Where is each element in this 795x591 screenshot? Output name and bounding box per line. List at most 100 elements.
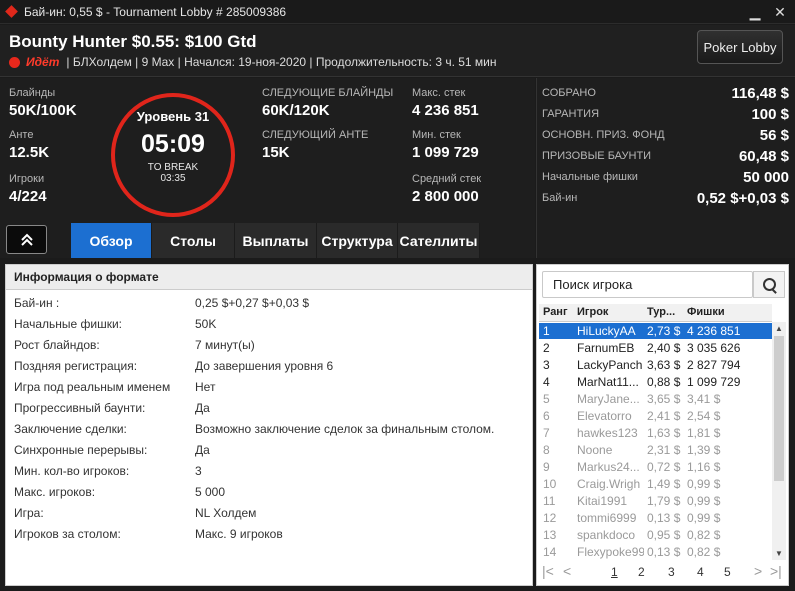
page-link[interactable]: 4 xyxy=(697,565,704,579)
double-chevron-up-icon xyxy=(20,233,33,246)
player-bounty: 1,63 $ xyxy=(647,426,681,440)
column-header-player[interactable]: Игрок xyxy=(577,306,608,318)
format-info-key: Игроков за столом: xyxy=(14,527,121,541)
player-row[interactable]: 1 HiLuckyAA 2,73 $ 4 236 851 xyxy=(539,323,772,339)
player-bounty: 0,88 $ xyxy=(647,375,681,389)
minimize-icon[interactable]: ▁ xyxy=(743,2,767,22)
prize-row: Начальные фишки 50 000 xyxy=(542,168,789,188)
player-name: HiLuckyAA xyxy=(577,324,636,338)
players-table-header: Ранг Игрок Тур... Фишки xyxy=(539,304,772,322)
player-bounty: 1,49 $ xyxy=(647,477,681,491)
tab-payouts[interactable]: Выплаты xyxy=(235,223,317,258)
prize-value: 0,52 $+0,03 $ xyxy=(696,190,789,207)
player-chips: 1,81 $ xyxy=(687,426,721,440)
players-value: 4/224 xyxy=(9,188,47,205)
player-rank: 13 xyxy=(543,528,557,542)
page-link[interactable]: 3 xyxy=(668,565,675,579)
pokerstars-logo-icon xyxy=(6,6,18,18)
player-name: Elevatorro xyxy=(577,409,632,423)
tab-satellites[interactable]: Сателлиты xyxy=(398,223,480,258)
tournament-status-row: Идёт | БЛХолдем | 9 Max | Начался: 19-но… xyxy=(9,55,497,69)
player-rank: 7 xyxy=(543,426,550,440)
player-chips: 0,99 $ xyxy=(687,494,721,508)
player-name: LackyPanch xyxy=(577,358,643,372)
column-header-rank[interactable]: Ранг xyxy=(543,306,568,318)
next-ante-stat: СЛЕДУЮЩИЙ АНТЕ 15K xyxy=(262,129,368,161)
format-info-value: Нет xyxy=(195,380,216,394)
column-header-chips[interactable]: Фишки xyxy=(687,306,725,318)
player-bounty: 2,31 $ xyxy=(647,443,681,457)
players-scrollbar[interactable]: ▲ ▼ xyxy=(772,322,786,560)
player-rank: 6 xyxy=(543,409,550,423)
player-row[interactable]: 9 Markus24... 0,72 $ 1,16 $ xyxy=(539,459,772,475)
player-row[interactable]: 3 LackyPanch 3,63 $ 2 827 794 xyxy=(539,357,772,373)
player-rank: 12 xyxy=(543,511,557,525)
last-page-icon[interactable]: >| xyxy=(770,563,782,579)
player-row[interactable]: 11 Kitai1991 1,79 $ 0,99 $ xyxy=(539,493,772,509)
format-info-panel: Информация о формате Бай-ин : 0,25 $+0,27… xyxy=(5,264,533,586)
tab-structure[interactable]: Структура xyxy=(317,223,398,258)
format-info-value: Макс. 9 игроков xyxy=(195,527,283,541)
format-info-key: Игра под реальным именем xyxy=(14,380,171,394)
prize-row: ГАРАНТИЯ 100 $ xyxy=(542,105,789,125)
format-info-key: Заключение сделки: xyxy=(14,422,127,436)
avg-stack-label: Средний стек xyxy=(412,173,482,185)
player-row[interactable]: 8 Noone 2,31 $ 1,39 $ xyxy=(539,442,772,458)
tab-tables[interactable]: Столы xyxy=(152,223,235,258)
page-link[interactable]: 1 xyxy=(611,565,618,579)
player-row[interactable]: 6 Elevatorro 2,41 $ 2,54 $ xyxy=(539,408,772,424)
player-name: tommi6999 xyxy=(577,511,637,525)
scroll-down-icon[interactable]: ▼ xyxy=(775,549,783,558)
format-info-value: До завершения уровня 6 xyxy=(195,359,334,373)
player-chips: 1 099 729 xyxy=(687,375,741,389)
next-ante-label: СЛЕДУЮЩИЙ АНТЕ xyxy=(262,129,369,141)
avg-stack-stat: Средний стек 2 800 000 xyxy=(412,173,481,205)
tournament-name: Bounty Hunter $0.55: $100 Gtd xyxy=(9,32,257,51)
search-icon[interactable] xyxy=(753,271,785,298)
blinds-value: 50K/100K xyxy=(9,102,77,119)
lobby-tabs: Обзор Столы Выплаты Структура Сателлиты xyxy=(71,223,480,258)
collapse-header-button[interactable] xyxy=(6,225,47,254)
player-row[interactable]: 12 tommi6999 0,13 $ 0,99 $ xyxy=(539,510,772,526)
player-row[interactable]: 13 spankdoco 0,95 $ 0,82 $ xyxy=(539,527,772,543)
format-info-heading: Информация о формате xyxy=(6,265,532,290)
prev-page-icon[interactable]: < xyxy=(563,563,571,579)
prize-value: 116,48 $ xyxy=(731,85,789,102)
next-blinds-label: СЛЕДУЮЩИЕ БЛАЙНДЫ xyxy=(262,87,394,99)
prize-row: ПРИЗОВЫЕ БАУНТИ 60,48 $ xyxy=(542,147,789,167)
player-row[interactable]: 10 Craig.Wrigh 1,49 $ 0,99 $ xyxy=(539,476,772,492)
player-search-input[interactable]: Поиск игрока xyxy=(542,271,753,298)
first-page-icon[interactable]: |< xyxy=(542,563,554,579)
format-info-key: Поздняя регистрация: xyxy=(14,359,138,373)
prize-label: ОСНОВН. ПРИЗ. ФОНД xyxy=(542,129,665,141)
next-page-icon[interactable]: > xyxy=(754,563,762,579)
player-bounty: 3,63 $ xyxy=(647,358,681,372)
player-name: Noone xyxy=(577,443,613,457)
tournament-details: | БЛХолдем | 9 Max | Начался: 19-ноя-202… xyxy=(66,55,497,69)
players-panel: Поиск игрока Ранг Игрок Тур... Фишки 1 Hi… xyxy=(536,264,789,586)
format-info-key: Макс. игроков: xyxy=(14,485,96,499)
player-chips: 0,82 $ xyxy=(687,545,721,559)
scroll-thumb[interactable] xyxy=(774,336,784,481)
window-titlebar: Бай-ин: 0,55 $ - Tournament Lobby # 2850… xyxy=(0,0,795,24)
page-link[interactable]: 5 xyxy=(724,565,731,579)
player-row[interactable]: 4 MarNat11... 0,88 $ 1 099 729 xyxy=(539,374,772,390)
max-stack-stat: Макс. стек 4 236 851 xyxy=(412,87,479,119)
player-chips: 0,99 $ xyxy=(687,477,721,491)
scroll-up-icon[interactable]: ▲ xyxy=(775,324,783,333)
player-row[interactable]: 7 hawkes123 1,63 $ 1,81 $ xyxy=(539,425,772,441)
close-icon[interactable]: ✕ xyxy=(768,2,792,22)
blinds-stat: Блайнды 50K/100K xyxy=(9,87,77,119)
next-blinds-stat: СЛЕДУЮЩИЕ БЛАЙНДЫ 60K/120K xyxy=(262,87,393,119)
column-header-bounty[interactable]: Тур... xyxy=(647,306,675,318)
players-pager: |< < 1 2 3 4 5 > >| xyxy=(537,563,788,583)
player-row[interactable]: 2 FarnumEB 2,40 $ 3 035 626 xyxy=(539,340,772,356)
player-bounty: 2,41 $ xyxy=(647,409,681,423)
player-row[interactable]: 5 MaryJane... 3,65 $ 3,41 $ xyxy=(539,391,772,407)
tab-overview[interactable]: Обзор xyxy=(71,223,152,258)
ante-value: 12.5K xyxy=(9,144,50,161)
poker-lobby-button[interactable]: Poker Lobby xyxy=(697,30,783,64)
page-link[interactable]: 2 xyxy=(638,565,645,579)
format-info-value: 0,25 $+0,27 $+0,03 $ xyxy=(195,296,310,310)
player-row[interactable]: 14 Flexypoke99 0,13 $ 0,82 $ xyxy=(539,544,772,560)
